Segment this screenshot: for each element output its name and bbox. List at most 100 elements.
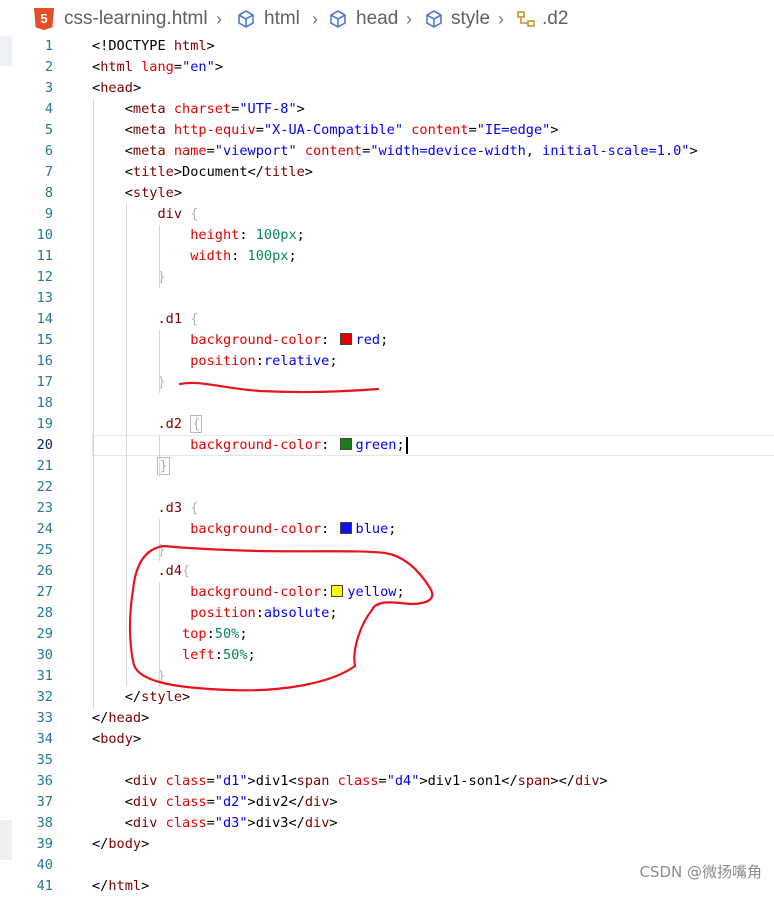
- code-line[interactable]: 21 }: [0, 456, 774, 477]
- code-text: <body>: [92, 731, 142, 747]
- code-line[interactable]: 4 <meta charset="UTF-8">: [0, 99, 774, 120]
- code-line[interactable]: 17 }: [0, 372, 774, 393]
- code-text: left:50%;: [182, 647, 256, 663]
- code-line[interactable]: 2 <html lang="en">: [0, 57, 774, 78]
- cube-icon: [330, 10, 346, 28]
- code-line[interactable]: 39 </body>: [0, 834, 774, 855]
- code-line[interactable]: 11 width: 100px;: [0, 246, 774, 267]
- code-line[interactable]: 20 background-color: green;: [0, 435, 774, 456]
- code-editor[interactable]: 1 <!DOCTYPE html> 2 <html lang="en"> 3 <head>…: [0, 36, 774, 894]
- color-swatch[interactable]: [339, 333, 352, 345]
- indent-guide: [159, 435, 160, 477]
- line-number: 8: [44, 185, 53, 201]
- chevron-right-icon: ›: [312, 9, 318, 29]
- code-line[interactable]: 10 height: 100px;: [0, 225, 774, 246]
- code-line[interactable]: 29 top:50%;: [0, 624, 774, 645]
- code-line[interactable]: 27 background-color: yellow;: [0, 582, 774, 603]
- code-text: <meta charset="UTF-8">: [92, 101, 305, 117]
- code-line[interactable]: 15 background-color: red;: [0, 330, 774, 351]
- line-number: 32: [36, 689, 53, 705]
- line-number: 41: [36, 878, 53, 894]
- color-swatch[interactable]: [331, 585, 344, 597]
- code-line[interactable]: 14 .d1 {: [0, 309, 774, 330]
- chevron-right-icon: ›: [216, 9, 222, 29]
- color-swatch[interactable]: [339, 522, 352, 534]
- code-text: </head>: [92, 710, 150, 726]
- line-number: 22: [36, 479, 53, 495]
- code-text: </html>: [92, 878, 150, 894]
- code-line[interactable]: 25 }: [0, 540, 774, 561]
- line-number: 39: [36, 836, 53, 852]
- code-text: .d1 {: [157, 311, 199, 327]
- code-text: <div class="d1">div1<span class="d4">div…: [92, 773, 608, 789]
- chevron-right-icon: ›: [406, 9, 412, 29]
- code-line[interactable]: 33 </head>: [0, 708, 774, 729]
- code-line[interactable]: 31 }: [0, 666, 774, 687]
- code-text: <html lang="en">: [92, 59, 223, 75]
- line-number: 30: [36, 647, 53, 663]
- code-line[interactable]: 18: [0, 393, 774, 414]
- code-line[interactable]: 38 <div class="d3">div3</div>: [0, 813, 774, 834]
- code-text: <div class="d3">div3</div>: [92, 815, 338, 831]
- code-line[interactable]: 3 <head>: [0, 78, 774, 99]
- line-number: 34: [36, 731, 53, 747]
- code-text: <!DOCTYPE html>: [92, 38, 215, 54]
- code-line[interactable]: 37 <div class="d2">div2</div>: [0, 792, 774, 813]
- css-selector-icon: [517, 11, 535, 27]
- code-line[interactable]: 30 left:50%;: [0, 645, 774, 666]
- code-line[interactable]: 23 .d3 {: [0, 498, 774, 519]
- code-line[interactable]: 36 <div class="d1">div1<span class="d4">…: [0, 771, 774, 792]
- code-text: <meta name="viewport" content="width=dev…: [92, 143, 698, 159]
- line-number: 25: [36, 542, 53, 558]
- code-line[interactable]: 7 <title>Document</title>: [0, 162, 774, 183]
- code-line[interactable]: 9 div {: [0, 204, 774, 225]
- code-text: }: [157, 269, 166, 285]
- code-line[interactable]: 6 <meta name="viewport" content="width=d…: [0, 141, 774, 162]
- line-number: 31: [36, 668, 53, 684]
- breadcrumb-head[interactable]: head: [356, 6, 398, 32]
- code-text: <div class="d2">div2</div>: [92, 794, 338, 810]
- breadcrumb-style[interactable]: style: [451, 6, 490, 32]
- code-text: <title>Document</title>: [92, 164, 313, 180]
- line-number: 12: [36, 269, 53, 285]
- line-number: 28: [36, 605, 53, 621]
- line-number: 35: [36, 752, 53, 768]
- indent-guide: [126, 204, 127, 687]
- cube-icon: [238, 10, 254, 28]
- line-number: 3: [44, 80, 53, 96]
- code-line[interactable]: 32 </style>: [0, 687, 774, 708]
- code-text: <meta http-equiv="X-UA-Compatible" conte…: [92, 122, 559, 138]
- code-line[interactable]: 8 <style>: [0, 183, 774, 204]
- watermark: CSDN @微扬嘴角: [639, 863, 762, 881]
- code-line[interactable]: 1 <!DOCTYPE html>: [0, 36, 774, 57]
- line-number: 20: [36, 437, 53, 453]
- code-text: background-color: red;: [190, 332, 389, 348]
- breadcrumb-file[interactable]: css-learning.html: [64, 6, 208, 32]
- color-swatch[interactable]: [339, 438, 352, 450]
- indent-guide: [159, 582, 160, 687]
- line-number: 23: [36, 500, 53, 516]
- cube-icon: [426, 10, 442, 28]
- code-text: <head>: [92, 80, 142, 96]
- breadcrumb-html[interactable]: html: [264, 6, 300, 32]
- line-number: 21: [36, 458, 53, 474]
- code-text: }: [157, 374, 166, 390]
- code-line[interactable]: 28 position:absolute;: [0, 603, 774, 624]
- code-text: width: 100px;: [190, 248, 297, 264]
- code-line[interactable]: 19 .d2 {: [0, 414, 774, 435]
- breadcrumb-d2[interactable]: .d2: [542, 6, 568, 32]
- code-line[interactable]: 13: [0, 288, 774, 309]
- code-line[interactable]: 12 }: [0, 267, 774, 288]
- chevron-right-icon: ›: [498, 9, 504, 29]
- line-number: 36: [36, 773, 53, 789]
- code-line[interactable]: 5 <meta http-equiv="X-UA-Compatible" con…: [0, 120, 774, 141]
- code-line[interactable]: 22: [0, 477, 774, 498]
- code-text: position:absolute;: [190, 605, 338, 621]
- code-line[interactable]: 16 position:relative;: [0, 351, 774, 372]
- code-line[interactable]: 26 .d4{: [0, 561, 774, 582]
- code-line[interactable]: 35: [0, 750, 774, 771]
- indent-guide: [159, 330, 160, 393]
- code-line[interactable]: 24 background-color: blue;: [0, 519, 774, 540]
- code-line[interactable]: 34 <body>: [0, 729, 774, 750]
- matching-brace: {: [190, 415, 203, 433]
